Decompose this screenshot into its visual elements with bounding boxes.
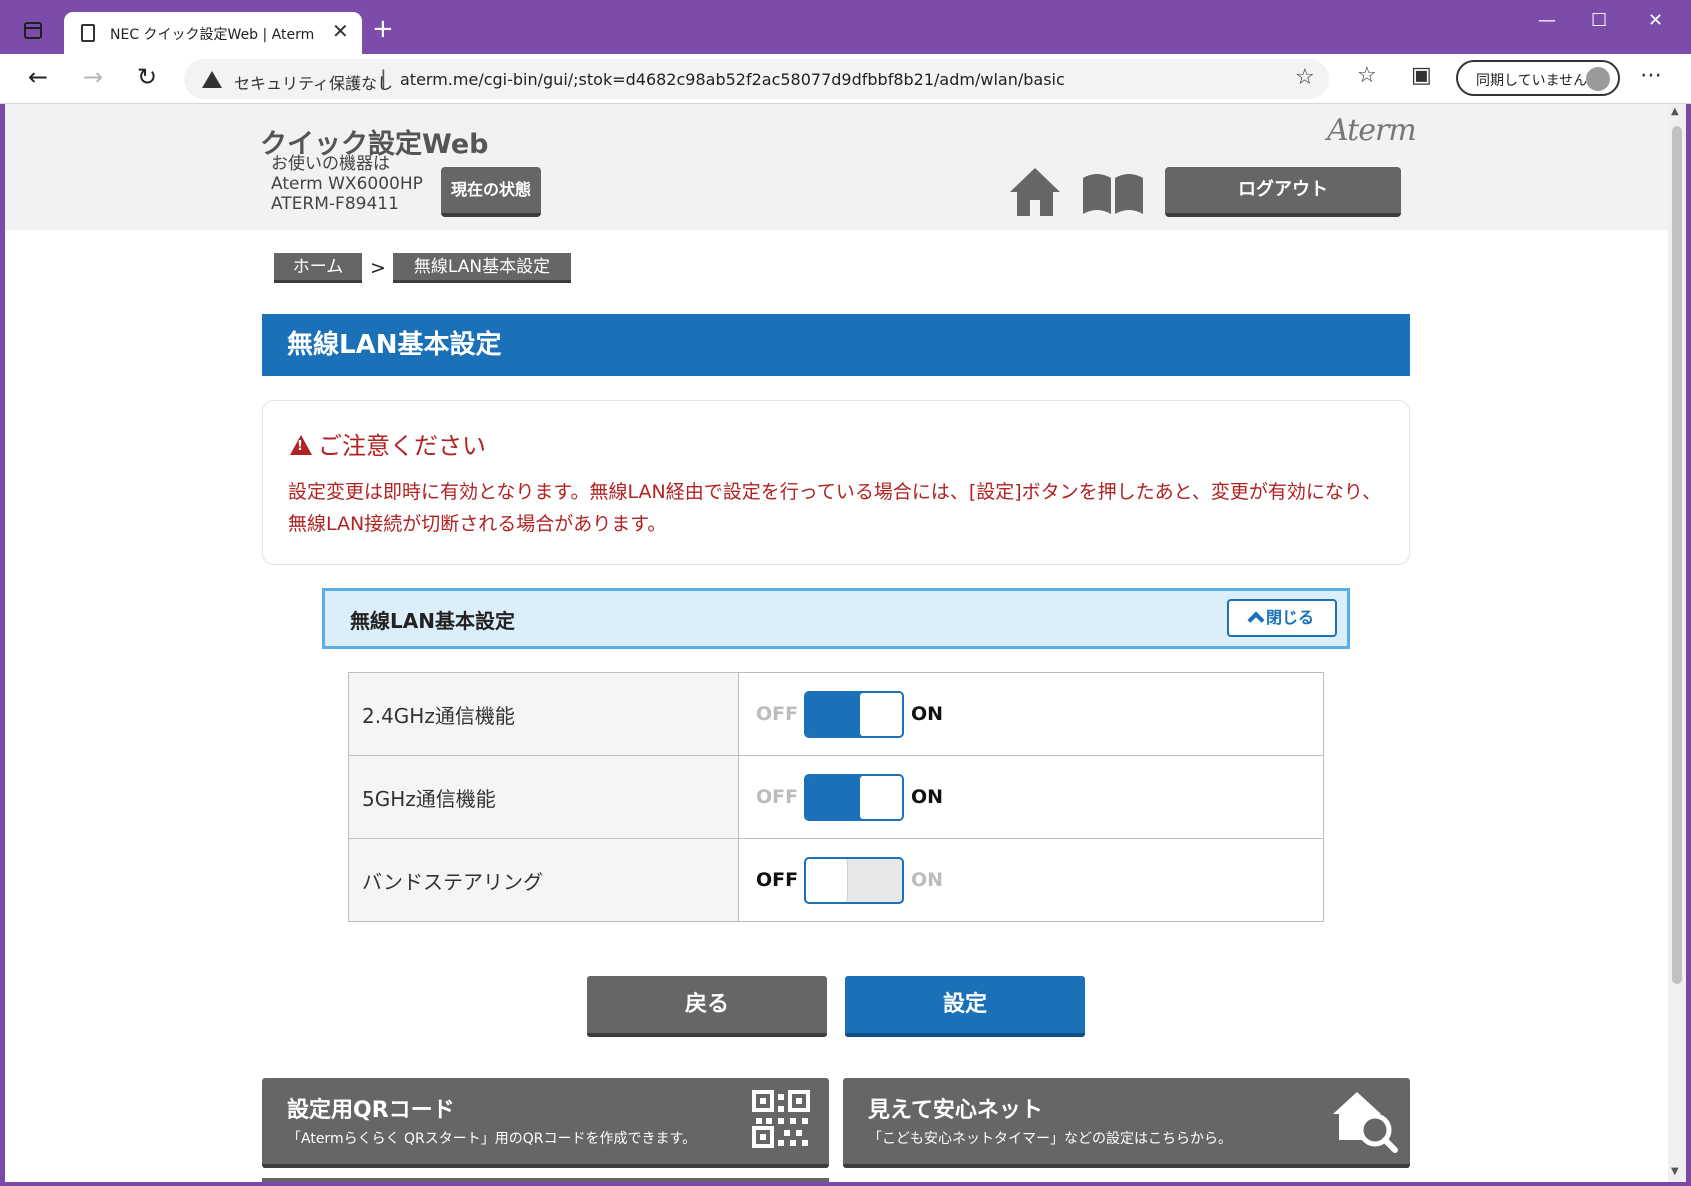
table-row: 5GHz通信機能 OFF ON xyxy=(348,755,1324,839)
toggle-track xyxy=(806,775,862,819)
tile-title: 設定用QRコード xyxy=(287,1098,455,1123)
page-icon xyxy=(81,24,95,42)
setting-toggle-cell: OFF ON xyxy=(738,755,1324,839)
new-tab-icon[interactable]: + xyxy=(372,16,394,42)
section-title: 無線LAN基本設定 xyxy=(350,609,515,633)
toggle-knob[interactable] xyxy=(860,692,902,736)
toggle-group: OFF ON xyxy=(756,856,1323,904)
tile-desc: 「Atermらくらく QRスタート」用のQRコードを作成できます。 xyxy=(287,1131,697,1147)
tab-close-icon[interactable]: ✕ xyxy=(332,21,349,41)
more-menu-icon[interactable]: ⋯ xyxy=(1640,61,1662,91)
toggle-switch[interactable] xyxy=(804,773,904,821)
page-viewport: クイック設定Web お使いの機器は Aterm WX6000HP ATERM-F… xyxy=(5,104,1668,1182)
table-row: 2.4GHz通信機能 OFF ON xyxy=(348,672,1324,756)
safe-net-tile[interactable]: 見えて安心ネット 「こども安心ネットタイマー」などの設定はこちらから。 xyxy=(843,1078,1410,1168)
browser-tab[interactable]: NEC クイック設定Web | Aterm ✕ xyxy=(64,12,362,54)
warning-icon[interactable] xyxy=(202,71,222,88)
profile-avatar-icon xyxy=(1586,67,1610,91)
current-status-button[interactable]: 現在の状態 xyxy=(441,167,541,217)
collections-icon[interactable]: ▣ xyxy=(1411,61,1432,91)
chevron-up-icon xyxy=(1247,611,1265,629)
toggle-on-label: ON xyxy=(911,703,944,725)
breadcrumb-separator: > xyxy=(370,257,386,279)
back-arrow-icon[interactable]: ← xyxy=(28,65,48,89)
apply-button[interactable]: 設定 xyxy=(845,976,1085,1037)
minimize-icon[interactable]: — xyxy=(1538,12,1556,30)
profile-sync-button[interactable]: 同期していません xyxy=(1456,60,1620,96)
setting-toggle-cell: OFF ON xyxy=(738,838,1324,922)
notice-title: ご注意ください xyxy=(318,432,486,460)
logout-button[interactable]: ログアウト xyxy=(1165,167,1401,217)
notice-box: ! ご注意ください 設定変更は即時に有効となります。無線LAN経由で設定を行って… xyxy=(262,400,1410,565)
sync-label: 同期していません xyxy=(1476,73,1588,89)
forward-arrow-icon: → xyxy=(83,63,104,91)
toggle-off-label: OFF xyxy=(756,786,799,808)
refresh-icon[interactable]: ↻ xyxy=(137,65,157,89)
table-row: バンドステアリング OFF ON xyxy=(348,838,1324,922)
setting-label: 5GHz通信機能 xyxy=(348,755,739,839)
toggle-group: OFF ON xyxy=(756,690,1323,738)
maximize-icon[interactable]: ☐ xyxy=(1591,12,1607,30)
aterm-logo: Aterm xyxy=(1327,113,1417,148)
setting-label: バンドステアリング xyxy=(348,838,739,922)
section-header: 無線LAN基本設定 閉じる xyxy=(322,588,1350,649)
url-text[interactable]: aterm.me/cgi-bin/gui/;stok=d4682c98ab52f… xyxy=(400,70,1065,89)
toggle-off-label: OFF xyxy=(756,869,799,891)
notice-body: 設定変更は即時に有効となります。無線LAN経由で設定を行っている場合には、[設定… xyxy=(288,481,1382,535)
favorites-icon[interactable]: ☆ xyxy=(1357,61,1377,91)
site-header: クイック設定Web お使いの機器は Aterm WX6000HP ATERM-F… xyxy=(5,104,1668,230)
tab-actions-icon[interactable] xyxy=(24,22,42,39)
tile-desc: 「こども安心ネットタイマー」などの設定はこちらから。 xyxy=(868,1131,1232,1147)
toggle-knob[interactable] xyxy=(806,858,848,902)
tile-title: 見えて安心ネット xyxy=(868,1098,1043,1123)
qr-code-icon xyxy=(752,1090,810,1148)
qr-code-tile[interactable]: 設定用QRコード 「Atermらくらく QRスタート」用のQRコードを作成できま… xyxy=(262,1078,829,1168)
security-label[interactable]: セキュリティ保護なし xyxy=(234,70,393,94)
scroll-up-icon[interactable]: ▲ xyxy=(1671,106,1679,117)
tab-title: NEC クイック設定Web | Aterm xyxy=(110,27,315,43)
breadcrumb-home[interactable]: ホーム xyxy=(274,253,362,283)
device-info: お使いの機器は Aterm WX6000HP ATERM-F89411 xyxy=(271,154,423,214)
url-field[interactable]: セキュリティ保護なし | aterm.me/cgi-bin/gui/;stok=… xyxy=(184,59,1329,99)
page-scrollbar[interactable]: ▲ ▼ xyxy=(1668,104,1686,1182)
house-search-icon xyxy=(1333,1092,1398,1153)
setting-toggle-cell: OFF ON xyxy=(738,672,1324,756)
scrollbar-thumb[interactable] xyxy=(1672,126,1682,984)
home-icon[interactable] xyxy=(1008,166,1062,218)
settings-table: 2.4GHz通信機能 OFF ON 5GHz通信機能 OFF ON バンドステアリング OFF… xyxy=(348,672,1324,922)
url-separator: | xyxy=(380,66,387,90)
device-model: Aterm WX6000HP xyxy=(271,174,423,194)
add-favorite-icon[interactable]: ☆ xyxy=(1295,65,1315,90)
back-button[interactable]: 戻る xyxy=(587,976,827,1037)
page-title: 無線LAN基本設定 xyxy=(262,314,1410,376)
address-bar-row: ← → ↻ セキュリティ保護なし | aterm.me/cgi-bin/gui/… xyxy=(0,54,1691,104)
collapse-button[interactable]: 閉じる xyxy=(1227,599,1337,637)
manual-book-icon[interactable] xyxy=(1081,170,1145,216)
scroll-down-icon[interactable]: ▼ xyxy=(1671,1166,1679,1177)
toggle-on-label: ON xyxy=(911,786,944,808)
toggle-track xyxy=(806,692,862,736)
toggle-off-label: OFF xyxy=(756,703,799,725)
device-info-label: お使いの機器は xyxy=(271,154,390,174)
browser-titlebar: NEC クイック設定Web | Aterm ✕ + — ☐ ✕ xyxy=(0,0,1691,54)
toggle-switch[interactable] xyxy=(804,856,904,904)
device-id: ATERM-F89411 xyxy=(271,194,399,214)
toggle-switch[interactable] xyxy=(804,690,904,738)
next-tile-partial[interactable] xyxy=(262,1178,829,1182)
toggle-group: OFF ON xyxy=(756,773,1323,821)
toggle-on-label: ON xyxy=(911,869,944,891)
toggle-knob[interactable] xyxy=(860,775,902,819)
setting-label: 2.4GHz通信機能 xyxy=(348,672,739,756)
collapse-label: 閉じる xyxy=(1265,608,1314,627)
breadcrumb-current: 無線LAN基本設定 xyxy=(393,253,571,283)
close-window-icon[interactable]: ✕ xyxy=(1648,12,1663,30)
alert-icon-mark: ! xyxy=(297,439,303,454)
